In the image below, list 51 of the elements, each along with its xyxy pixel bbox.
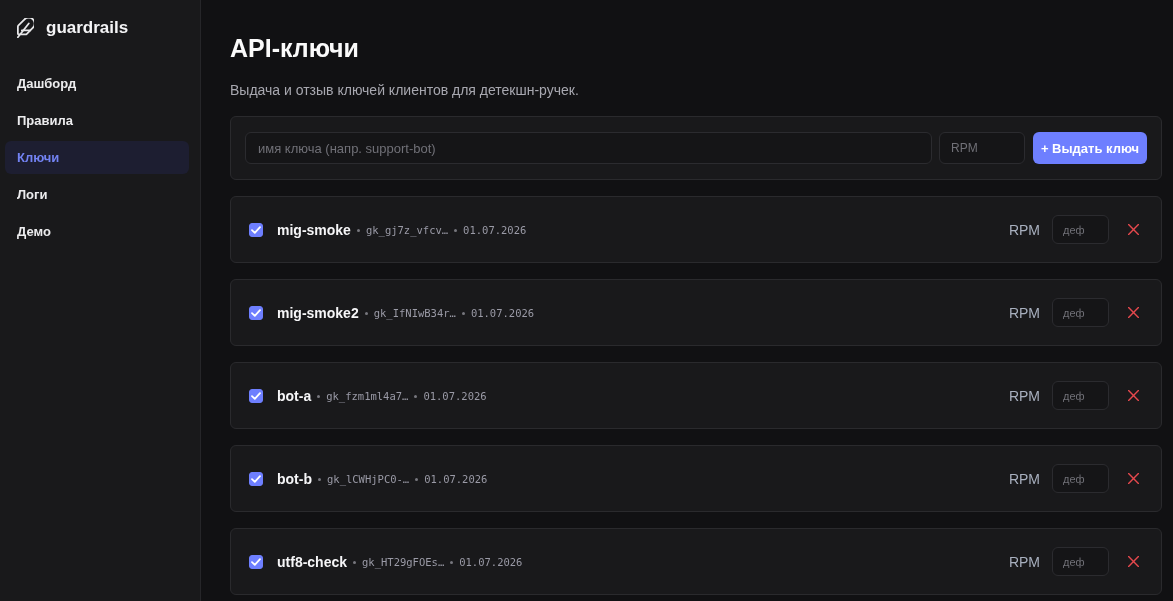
key-name: bot-a [277, 387, 312, 404]
close-icon [1127, 307, 1139, 318]
created-date: 01.07.2026 [459, 555, 523, 568]
app-logo-text: guardrails [46, 18, 129, 38]
created-date: 01.07.2026 [463, 223, 527, 236]
key-token: gk_lCWHjPC0-… [327, 472, 410, 485]
rpm-label: RPM [1008, 553, 1040, 570]
rpm-label: RPM [1008, 470, 1040, 487]
rpm-label: RPM [1008, 304, 1040, 321]
check-icon [251, 557, 261, 566]
created-date: 01.07.2026 [424, 472, 488, 485]
close-icon [1127, 473, 1139, 484]
rpm-input[interactable]: деф [1052, 215, 1109, 244]
page-subtitle: Выдача и отзыв ключей клиентов для детекшн-ручек. [230, 81, 580, 100]
key-name-input[interactable]: имя ключа (напр. support-bot) [245, 132, 932, 164]
checkbox[interactable] [249, 554, 263, 569]
page-title: API-ключи [230, 33, 360, 64]
checkbox[interactable] [249, 305, 263, 320]
sidebar-nav-item[interactable]: Ключи [5, 141, 189, 174]
check-icon [251, 474, 261, 483]
rpm-input[interactable]: RPM [939, 132, 1025, 164]
rpm-input[interactable]: деф [1052, 547, 1109, 576]
key-name: mig-smoke2 [277, 304, 359, 321]
feather-icon [17, 18, 34, 38]
close-icon [1127, 556, 1139, 567]
rpm-input[interactable]: деф [1052, 464, 1109, 493]
rpm-input[interactable]: деф [1052, 298, 1109, 327]
key-token: gk_HT29gFOEs… [362, 555, 445, 568]
checkbox[interactable] [249, 222, 263, 237]
rpm-label: RPM [1008, 221, 1040, 238]
key-token: gk_IfNIwB34r… [373, 306, 456, 319]
close-icon [1127, 224, 1139, 235]
key-token: gk_fzm1ml4a7… [326, 389, 409, 402]
close-icon [1127, 390, 1139, 401]
rpm-input[interactable]: деф [1052, 381, 1109, 410]
sidebar-nav-item[interactable]: Правила [5, 104, 189, 137]
sidebar-nav-item[interactable]: Демо [5, 215, 189, 248]
check-icon [251, 391, 261, 400]
checkbox[interactable] [249, 388, 263, 403]
sidebar-nav-item[interactable]: Дашборд [5, 67, 189, 100]
created-date: 01.07.2026 [423, 389, 487, 402]
rpm-label: RPM [1008, 387, 1040, 404]
checkbox[interactable] [249, 471, 263, 486]
key-token: gk_gj7z_vfcv… [365, 223, 449, 236]
check-icon [251, 225, 261, 234]
check-icon [251, 308, 261, 317]
key-name: mig-smoke [277, 221, 351, 238]
sidebar-nav-item[interactable]: Логи [5, 178, 189, 211]
created-date: 01.07.2026 [470, 306, 535, 319]
key-name: bot-b [277, 470, 312, 487]
key-name: utf8-check [277, 553, 348, 570]
